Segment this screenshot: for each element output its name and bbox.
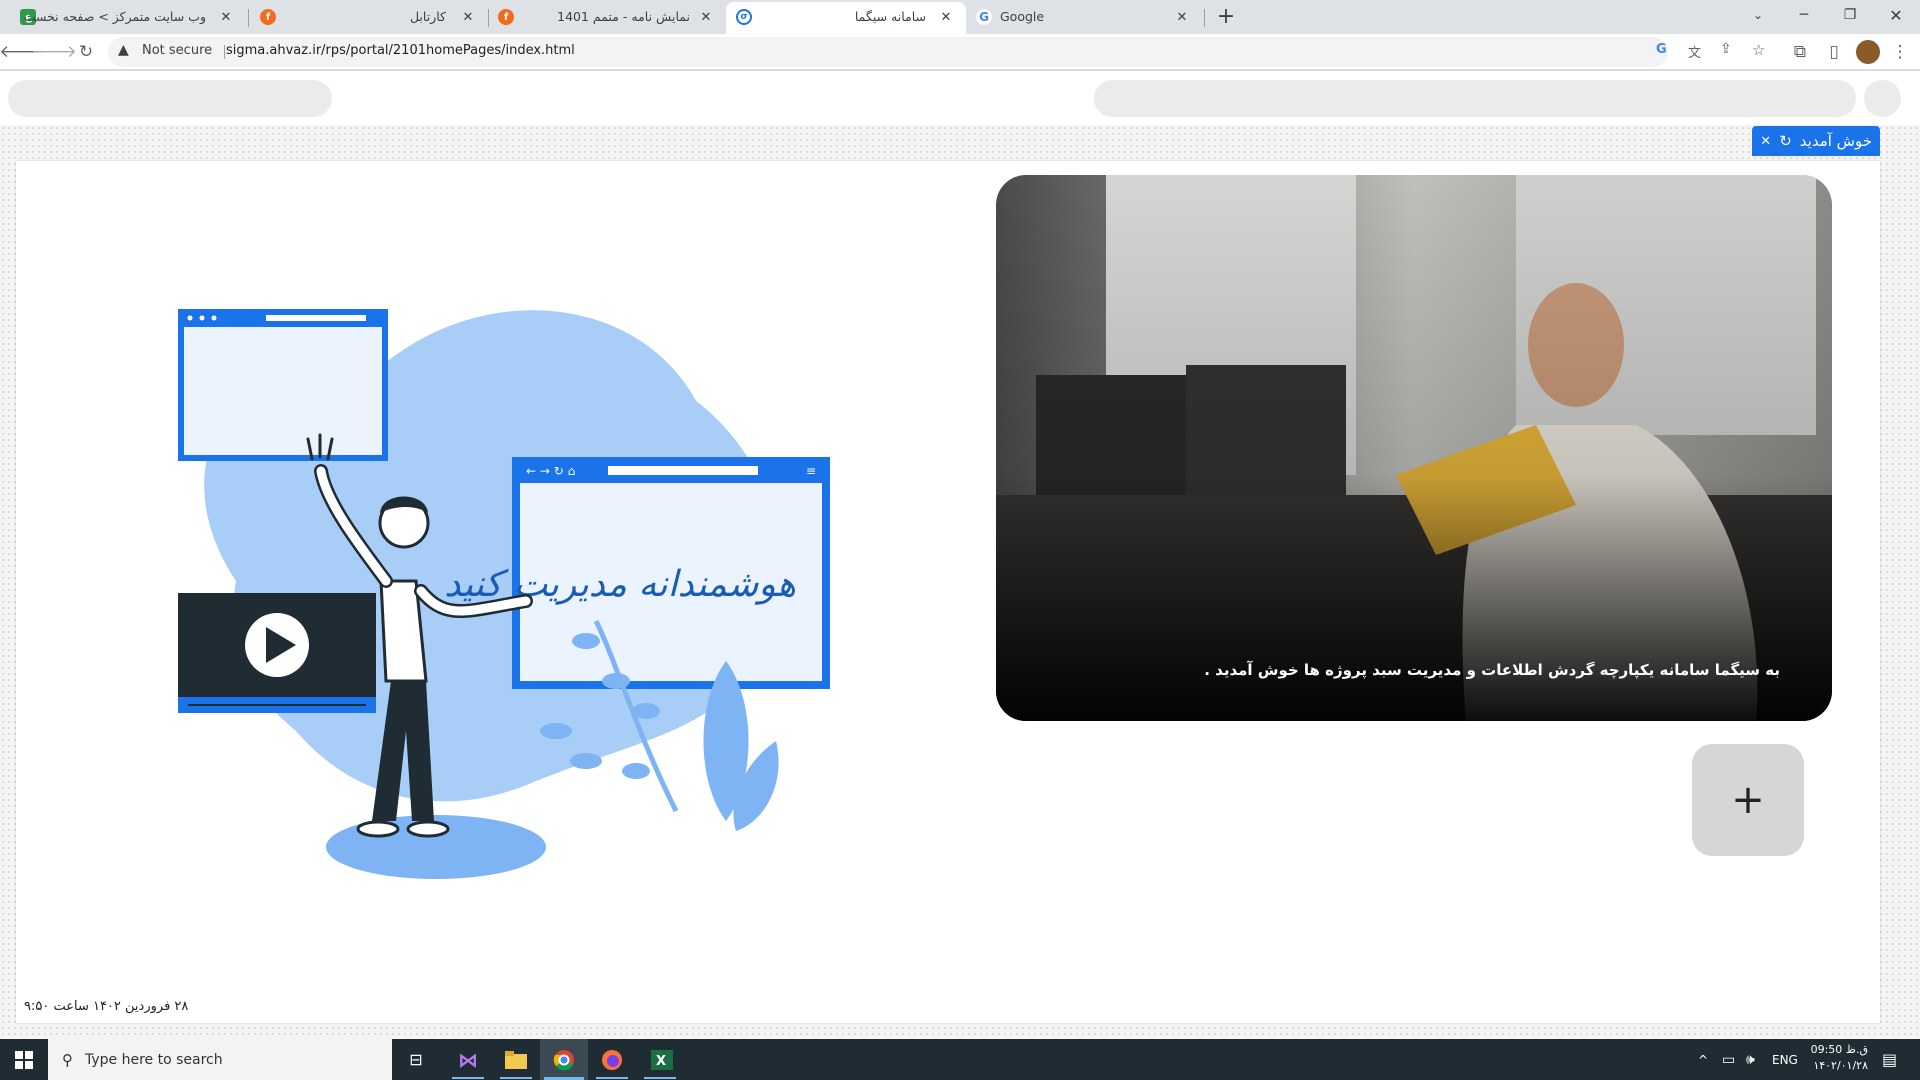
sigma-icon: σ <box>736 9 752 25</box>
google-icon: G <box>976 9 992 25</box>
firefox-active-indicator <box>596 1077 628 1079</box>
tab-google[interactable]: G Google ✕ <box>966 0 1202 34</box>
office-photo-image <box>996 175 1832 721</box>
taskbar-search[interactable]: ⚲ Type here to search <box>48 1039 392 1080</box>
refresh-icon[interactable]: ↻ <box>1779 132 1792 150</box>
window-close-icon[interactable]: ✕ <box>1874 0 1918 30</box>
profile-avatar-icon[interactable] <box>1856 40 1880 64</box>
notifications-icon[interactable]: ▤ <box>1882 1039 1897 1080</box>
chrome-icon[interactable] <box>540 1039 588 1080</box>
illustration-handwriting: هوشمندانه مدیریت کنید <box>444 564 796 605</box>
welcome-panel: ← → ↻ ⌂ ≡ هوشمندانه مدیریت کنید به سیگما… <box>16 161 1880 1023</box>
warning-triangle-icon: ▲ <box>118 42 129 58</box>
tab-strip: ع وب سایت متمرکز > صفحه نخست ✕ f کارتابل… <box>0 0 1920 34</box>
svg-text:← → ↻ ⌂: ← → ↻ ⌂ <box>526 464 575 478</box>
tab-title: نمایش نامه - متمم 1401 <box>557 9 690 24</box>
welcome-photo: به سیگما سامانه یکپارچه گردش اطلاعات و م… <box>996 175 1832 721</box>
vs-active-indicator <box>452 1077 484 1079</box>
small-browser-window-illustration <box>178 309 388 461</box>
search-icon: ⚲ <box>62 1050 73 1069</box>
side-panel-icon[interactable]: ▯ <box>1822 40 1846 64</box>
menu-kebab-icon[interactable]: ⋮ <box>1888 40 1912 64</box>
language-indicator[interactable]: ENG <box>1772 1039 1798 1080</box>
header-skeleton-search <box>1094 80 1856 117</box>
new-tab-plus-icon[interactable]: + <box>1214 4 1238 29</box>
tab-ahvaz-portal[interactable]: ع وب سایت متمرکز > صفحه نخست ✕ <box>8 0 246 34</box>
svg-text:≡: ≡ <box>806 464 816 478</box>
add-button[interactable]: + <box>1692 744 1804 856</box>
extensions-puzzle-icon[interactable]: ⧉ <box>1788 40 1812 64</box>
close-icon[interactable]: ✕ <box>698 9 714 25</box>
tab-title: Google <box>1000 9 1045 24</box>
tab-title: وب سایت متمرکز > صفحه نخست <box>23 9 206 24</box>
orange-f-icon: f <box>498 9 514 25</box>
clock[interactable]: 09:50 ق.ظ ۱۴۰۲/۰۱/۲۸ <box>1808 1043 1868 1072</box>
tab-sigma[interactable]: σ سامانه سیگما ✕ <box>726 2 966 34</box>
photo-caption: به سیگما سامانه یکپارچه گردش اطلاعات و م… <box>1204 661 1780 679</box>
page-viewport: ✕ ↻ خوش آمدید ← → ↻ ⌂ ≡ هوشمندانه مدیریت… <box>0 71 1920 1039</box>
translate-icon[interactable]: 文 <box>1688 42 1701 61</box>
security-label[interactable]: Not secure <box>142 43 212 58</box>
bookmark-star-icon[interactable]: ☆ <box>1752 41 1765 59</box>
network-icon[interactable]: ▭ <box>1722 1039 1735 1080</box>
google-lens-icon[interactable]: G <box>1656 42 1667 57</box>
plus-icon: + <box>1731 777 1765 823</box>
close-icon[interactable]: ✕ <box>1760 134 1771 149</box>
close-icon[interactable]: ✕ <box>1174 9 1190 25</box>
omnibox-divider <box>224 45 225 59</box>
file-explorer-icon[interactable] <box>492 1039 540 1080</box>
visual-studio-icon[interactable]: ⋈ <box>444 1039 492 1080</box>
reload-icon[interactable]: ↻ <box>74 40 98 64</box>
svg-text:X: X <box>656 1054 666 1069</box>
explorer-active-indicator <box>500 1077 532 1079</box>
header-skeleton-left <box>8 80 332 117</box>
video-player-illustration <box>178 593 376 713</box>
tab-title: کارتابل <box>409 9 446 24</box>
excel-icon[interactable]: X <box>638 1039 686 1080</box>
address-bar[interactable]: ▲ Not secure sigma.ahvaz.ir/rps/portal/2… <box>108 37 1765 67</box>
url-text[interactable]: sigma.ahvaz.ir/rps/portal/2101homePages/… <box>226 43 575 58</box>
share-icon[interactable]: ⇪ <box>1720 41 1732 57</box>
browser-toolbar: 🡐 🡒 ↻ ▲ Not secure sigma.ahvaz.ir/rps/po… <box>0 34 1920 70</box>
footer-datetime: ۲۸ فروردین ۱۴۰۲ ساعت ۹:۵۰ <box>24 999 189 1014</box>
header-skeleton-avatar <box>1864 80 1901 117</box>
tab-namayesh-nameh[interactable]: f نمایش نامه - متمم 1401 ✕ <box>490 0 726 34</box>
tab-separator <box>248 9 249 27</box>
search-placeholder: Type here to search <box>85 1051 223 1068</box>
tab-separator <box>1204 9 1205 27</box>
windows-taskbar: ⚲ Type here to search ⊟ ⋈ X ^ ▭ 🕪 ENG 09… <box>0 1039 1920 1080</box>
welcome-tab-label: خوش آمدید <box>1799 132 1872 150</box>
maximize-icon[interactable]: ❐ <box>1828 0 1872 30</box>
close-icon[interactable]: ✕ <box>218 9 234 25</box>
tab-kartabl[interactable]: f کارتابل ✕ <box>250 0 486 34</box>
orange-f-icon: f <box>260 9 276 25</box>
tab-separator <box>488 9 489 27</box>
clock-time: 09:50 ق.ظ <box>1810 1043 1868 1056</box>
tray-chevron-icon[interactable]: ^ <box>1698 1039 1708 1080</box>
close-icon[interactable]: ✕ <box>460 9 476 25</box>
welcome-tab[interactable]: ✕ ↻ خوش آمدید <box>1752 126 1880 156</box>
minimize-icon[interactable]: ─ <box>1782 0 1826 30</box>
tab-search-chevron-icon[interactable]: ⌄ <box>1736 0 1780 30</box>
firefox-icon[interactable] <box>588 1039 636 1080</box>
close-icon[interactable]: ✕ <box>938 9 954 25</box>
forward-arrow-icon[interactable]: 🡒 <box>31 40 77 64</box>
illustration: ← → ↻ ⌂ ≡ هوشمندانه مدیریت کنید <box>178 309 830 879</box>
volume-icon[interactable]: 🕪 <box>1746 1039 1755 1080</box>
tab-title: سامانه سیگما <box>854 9 926 24</box>
windows-start-icon[interactable] <box>0 1039 48 1080</box>
excel-active-indicator <box>644 1077 676 1079</box>
clock-date: ۱۴۰۲/۰۱/۲۸ <box>1813 1059 1868 1072</box>
site-header <box>0 71 1920 125</box>
task-view-icon[interactable]: ⊟ <box>392 1039 440 1080</box>
